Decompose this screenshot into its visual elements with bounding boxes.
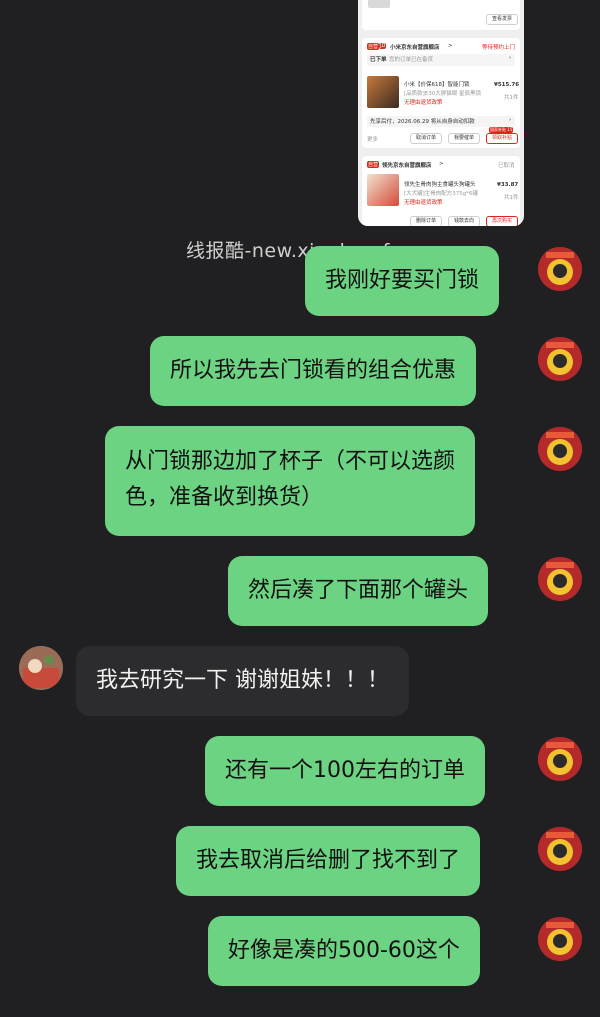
message-text: 然后凑了下面那个罐头 [248,578,469,603]
my-avatar[interactable] [538,917,582,961]
my-avatar[interactable] [538,827,582,871]
chevron-right-icon: › [509,55,512,61]
store-name[interactable]: 领先京东自营旗舰店 [382,161,432,169]
delete-order-button[interactable]: 删除订单 [410,216,442,226]
message-bubble-outgoing[interactable]: 然后凑了下面那个罐头 [228,556,489,626]
cancel-order-button[interactable]: 取消订单 [410,133,442,144]
order-card-xiaomi: 自营 JD 小米京东自营旗舰店 > 等待预约上门 已下单 您的订单已在备货 › … [362,38,520,148]
order-status: 已取消 [498,163,515,169]
order-screenshot-image[interactable]: 查看发票 自营 JD 小米京东自营旗舰店 > 等待预约上门 已下单 您的订单已在… [358,0,524,226]
product-qty: 共1件 [504,195,519,201]
message-bubble-outgoing[interactable]: 好像是凑的500-60这个 [208,916,480,986]
chevron-right-icon: › [509,117,512,123]
message-bubble-outgoing[interactable]: 从门锁那边加了杯子（不可以选颜 色，准备收到换货） [105,426,476,536]
cat-avatar-icon [538,827,582,871]
product-title[interactable]: 领先生骨肉狗主食罐头狗罐头 [404,180,476,188]
my-avatar[interactable] [538,337,582,381]
urge-order-button[interactable]: 我要催单 [448,133,480,144]
product-price: ¥33.87 [497,182,519,188]
cat-avatar-icon [538,247,582,291]
cat-avatar-icon [538,427,582,471]
subsidy-badge: 国家补贴 15 [489,127,514,133]
photo-avatar-icon [19,646,63,690]
chevron-right-icon: > [448,43,453,49]
dog-food-product-image[interactable] [367,174,399,206]
message-text: 所以我先去门锁看的组合优惠 [170,358,457,383]
my-avatar[interactable] [538,247,582,291]
message-bubble-outgoing[interactable]: 所以我先去门锁看的组合优惠 [150,336,477,406]
message-text-line: 从门锁那边加了杯子（不可以选颜 [125,449,456,474]
product-thumbnail [368,0,390,8]
product-price: ¥515.76 [494,82,520,88]
order-status: 等待预约上门 [482,45,516,51]
self-operated-badge: 自营 [367,161,380,168]
message-text: 我去取消后给删了找不到了 [196,848,461,873]
contact-avatar[interactable] [19,646,63,690]
claim-subsidy-button[interactable]: 领取补贴 [486,133,518,144]
message-bubble-outgoing[interactable]: 还有一个100左右的订单 [205,736,485,806]
cat-avatar-icon [538,917,582,961]
order-card-lingxian: 自营 领先京东自营旗舰店 > 已取消 领先生骨肉狗主食罐头狗罐头 [大犬罐]生骨… [362,156,520,226]
message-text: 我去研究一下 谢谢姐妹！！！ [96,668,389,693]
refund-tracking-button[interactable]: 钱款去向 [448,216,480,226]
my-avatar[interactable] [538,557,582,601]
my-avatar[interactable] [538,427,582,471]
message-bubble-outgoing[interactable]: 我刚好要买门锁 [305,246,500,316]
store-name[interactable]: 小米京东自营旗舰店 [390,43,440,51]
my-avatar[interactable] [538,737,582,781]
cat-avatar-icon [538,557,582,601]
message-bubble-incoming[interactable]: 我去研究一下 谢谢姐妹！！！ [76,646,409,716]
message-text: 还有一个100左右的订单 [225,758,465,783]
self-operated-badge: 自营 [367,43,380,50]
more-link[interactable]: 更多 [367,135,378,143]
buy-again-button[interactable]: 再次购买 [486,216,518,226]
product-spec: [品质款]E30大屏猫眼 星辰黑锁 [404,91,482,97]
message-bubble-outgoing[interactable]: 我去取消后给删了找不到了 [176,826,481,896]
message-text: 好像是凑的500-60这个 [228,938,460,963]
view-invoice-button[interactable]: 查看发票 [486,14,518,25]
order-top-section: 查看发票 [362,0,520,30]
message-text: 我刚好要买门锁 [325,268,480,293]
door-lock-product-image[interactable] [367,76,399,108]
cat-avatar-icon [538,737,582,781]
product-spec: [大犬罐]生骨肉配方375g*6罐 [404,191,479,197]
message-text-line: 色，准备收到换货） [125,485,324,510]
chevron-right-icon: > [439,161,444,167]
cat-avatar-icon [538,337,582,381]
return-policy: 无理由退货政策 [404,200,443,206]
jd-logo-icon: JD [379,43,387,49]
payment-note-banner[interactable]: 先享后付，2026.06.29 将从自身自动扣款 › [367,116,515,127]
product-title[interactable]: 小米【价保618】智能门锁 [404,80,470,88]
product-qty: 共1件 [504,95,519,101]
return-policy: 无理由退货政策 [404,100,443,106]
order-progress-banner[interactable]: 已下单 您的订单已在备货 › [367,54,515,66]
